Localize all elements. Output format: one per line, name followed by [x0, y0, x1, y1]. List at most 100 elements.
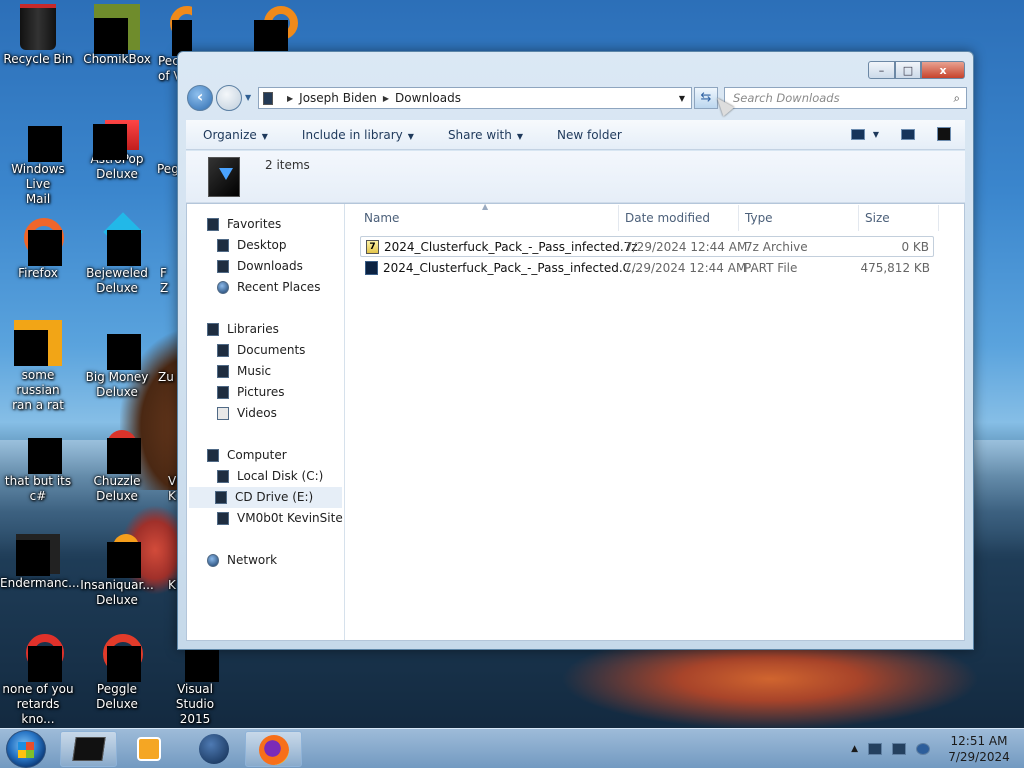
file-row[interactable]: 2024_Clusterfuck_Pack_-_Pass_infected.C.…	[360, 257, 934, 278]
share-with-button[interactable]: Share with ▼	[431, 128, 540, 142]
nav-videos[interactable]: Videos	[187, 403, 344, 424]
column-divider[interactable]	[858, 205, 859, 231]
desktop-icon-big-money[interactable]: Big Money Deluxe	[79, 320, 155, 400]
column-divider[interactable]	[938, 205, 939, 231]
explorer-content: Favorites Desktop Downloads Recent Place…	[186, 202, 965, 641]
action-center-icon[interactable]	[868, 743, 882, 755]
search-input[interactable]: Search Downloads ⌕	[724, 87, 967, 109]
navigation-bar: ‹ ▼ ▶ Joseph Biden ▶ Downloads ▼ ⇆ Searc…	[186, 85, 967, 111]
file-row[interactable]: 7 2024_Clusterfuck_Pack_-_Pass_infected.…	[360, 236, 934, 257]
file-type: 7z Archive	[745, 239, 808, 254]
column-type[interactable]: Type	[745, 211, 773, 225]
back-button[interactable]: ‹	[187, 85, 213, 111]
clock-date: 7/29/2024	[948, 750, 1010, 764]
desktop-icon-windows-live-mail[interactable]: Windows Live Mail	[0, 112, 76, 207]
help-button[interactable]	[937, 127, 951, 141]
minimize-button[interactable]: –	[868, 61, 895, 79]
file-date: 7/29/2024 12:44 AM	[624, 260, 747, 275]
desktop-icon-astropop[interactable]: AstroPop Deluxe	[79, 112, 155, 182]
nav-music-label: Music	[237, 364, 272, 378]
column-name[interactable]: Name	[364, 211, 399, 225]
organize-label: Organize	[203, 127, 257, 142]
breadcrumb-separator[interactable]: ▶	[383, 94, 389, 103]
desktop-icon-insaniquarium[interactable]: Insaniquar... Deluxe	[79, 528, 155, 608]
column-headers: ▲ Name Date modified Type Size	[346, 202, 964, 233]
nav-documents-label: Documents	[237, 343, 306, 357]
wallpaper-sunset	[560, 645, 980, 730]
cd-drive-icon	[215, 491, 227, 504]
column-divider[interactable]	[618, 205, 619, 231]
address-bar[interactable]: ▶ Joseph Biden ▶ Downloads ▼	[258, 87, 692, 109]
nav-documents[interactable]: Documents	[187, 340, 344, 361]
nav-pictures[interactable]: Pictures	[187, 382, 344, 403]
computer-icon	[207, 449, 219, 462]
nav-favorites[interactable]: Favorites	[187, 214, 344, 235]
chevron-down-icon: ▼	[407, 131, 414, 141]
nav-desktop-label: Desktop	[237, 238, 287, 252]
taskbar-ie[interactable]	[185, 731, 242, 767]
desktop-icon-that-but-its-csharp[interactable]: that but its c#	[0, 424, 76, 504]
volume-icon[interactable]	[916, 743, 930, 755]
nav-vm[interactable]: VM0b0t KevinSite	[187, 508, 344, 529]
desktop-icon-recycle-bin[interactable]: Recycle Bin	[0, 4, 76, 67]
search-placeholder: Search Downloads	[733, 91, 840, 105]
desktop-icon-firefox[interactable]: Firefox	[0, 216, 76, 281]
file-icon	[14, 424, 62, 474]
fish-icon	[93, 528, 141, 578]
network-icon	[207, 554, 219, 567]
show-hidden-icons-button[interactable]: ▲	[851, 744, 858, 754]
maximize-button[interactable]: □	[895, 61, 921, 79]
nav-network[interactable]: Network	[187, 550, 344, 571]
nav-pictures-label: Pictures	[237, 385, 285, 399]
change-view-button[interactable]: ▼	[850, 128, 879, 140]
desktop-icon-bejeweled[interactable]: Bejeweled Deluxe	[79, 212, 155, 296]
desktop-icon-some-russian[interactable]: some russian ran a rat	[0, 320, 76, 413]
recent-pages-dropdown[interactable]: ▼	[245, 93, 251, 102]
item-count: 2 items	[265, 158, 310, 172]
taskbar-firefox[interactable]	[245, 731, 302, 767]
breadcrumb-joseph-biden[interactable]: Joseph Biden	[299, 91, 377, 105]
search-icon[interactable]: ⌕	[954, 88, 960, 108]
computer-icon	[263, 91, 273, 105]
7z-archive-icon: 7	[366, 239, 379, 254]
recycle-bin-icon	[20, 4, 56, 50]
view-controls: ▼	[850, 127, 951, 141]
column-divider[interactable]	[738, 205, 739, 231]
desktop-icon-chomikbox[interactable]: ChomikBox	[79, 4, 155, 67]
nav-music[interactable]: Music	[187, 361, 344, 382]
forward-button[interactable]	[216, 85, 242, 111]
preview-pane-button[interactable]	[901, 128, 915, 140]
sort-arrow-icon: ▲	[482, 202, 489, 211]
breadcrumb-separator[interactable]: ▶	[287, 94, 293, 103]
clock-time: 12:51 AM	[950, 734, 1008, 748]
include-in-library-button[interactable]: Include in library ▼	[285, 128, 431, 142]
new-folder-button[interactable]: New folder	[540, 128, 639, 142]
nav-downloads[interactable]: Downloads	[187, 256, 344, 277]
close-button[interactable]: x	[921, 61, 965, 79]
nav-recent-places[interactable]: Recent Places	[187, 277, 344, 298]
desktop-icon-peggle-deluxe[interactable]: Peggle Deluxe	[79, 632, 155, 712]
desktop-icon	[217, 239, 229, 252]
nav-desktop[interactable]: Desktop	[187, 235, 344, 256]
documents-icon	[217, 344, 229, 357]
nav-local-disk[interactable]: Local Disk (C:)	[187, 466, 344, 487]
clock[interactable]: 12:51 AM 7/29/2024	[944, 733, 1014, 765]
breadcrumb-downloads[interactable]: Downloads	[395, 91, 461, 105]
nav-computer[interactable]: Computer	[187, 445, 344, 466]
nav-libraries[interactable]: Libraries	[187, 319, 344, 340]
column-date-modified[interactable]: Date modified	[625, 211, 710, 225]
desktop-icon-none-of-you[interactable]: none of you retards kno...	[0, 632, 76, 727]
network-icon[interactable]	[892, 743, 906, 755]
chomikbox-icon	[94, 4, 140, 54]
organize-button[interactable]: Organize ▼	[186, 128, 285, 142]
desktop-icon-chuzzle[interactable]: Chuzzle Deluxe	[79, 424, 155, 504]
nav-cd-drive[interactable]: CD Drive (E:)	[189, 487, 342, 508]
taskbar-media-player[interactable]	[121, 731, 178, 767]
start-button[interactable]	[6, 730, 46, 768]
address-dropdown-icon[interactable]: ▼	[679, 94, 685, 103]
desktop-icon-endermanc[interactable]: Endermanc...	[0, 528, 80, 591]
taskbar-explorer[interactable]	[60, 731, 117, 767]
column-size[interactable]: Size	[865, 211, 890, 225]
desktop-icon-orange[interactable]	[240, 4, 300, 56]
